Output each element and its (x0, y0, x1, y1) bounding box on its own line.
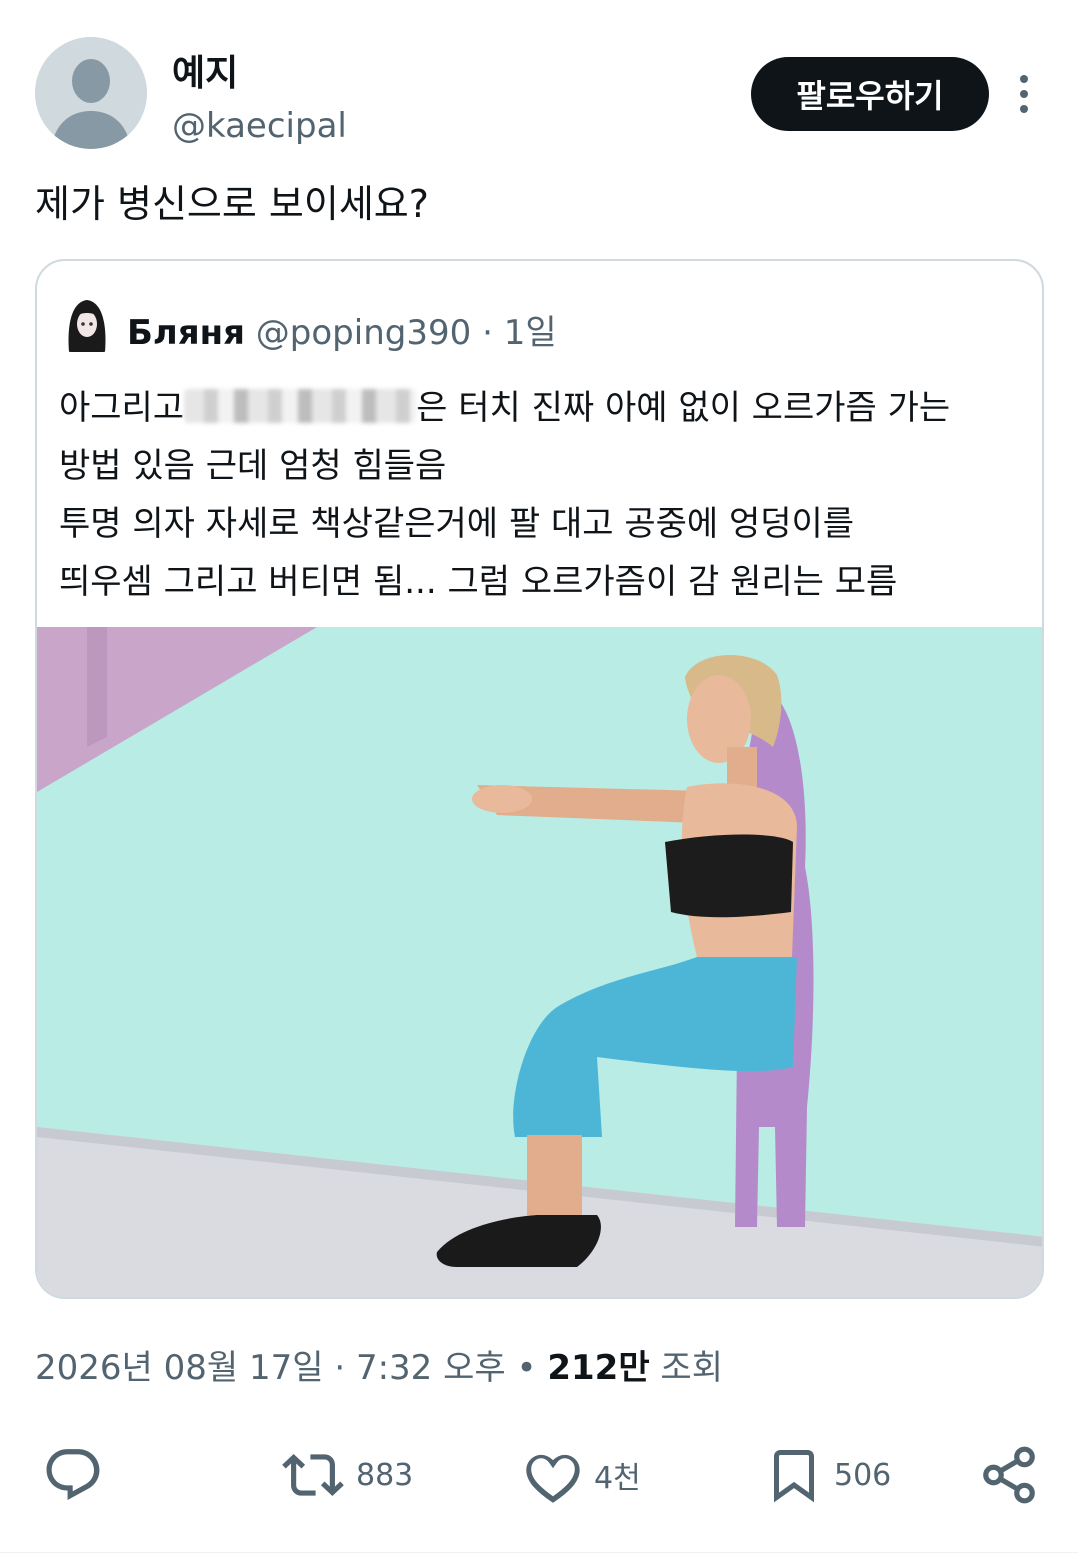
quoted-text: 아그리고 은 터치 진짜 아예 없이 오르가즘 가는 방법 있음 근데 엄청 힘들… (59, 379, 1019, 611)
quoted-media-photo[interactable] (37, 627, 1042, 1297)
quoted-time[interactable]: 1일 (504, 313, 557, 353)
tweet-meta: 2026년 08월 17일 · 7:32 오후 • 212만 조회 (35, 1340, 723, 1389)
author-handle[interactable]: @kaecipal (172, 106, 347, 146)
retweet-count: 883 (356, 1457, 414, 1493)
follow-button[interactable]: 팔로우하기 (751, 57, 989, 131)
views-count: 212만 (547, 1348, 650, 1388)
quoted-text-line-1: 아그리고 은 터치 진짜 아예 없이 오르가즘 가는 (59, 379, 1019, 437)
blurred-censor (184, 389, 417, 423)
bottom-divider (0, 1552, 1078, 1553)
quoted-tweet-card[interactable]: Бляня @poping390 · 1일 아그리고 은 터치 진짜 아예 없이 … (35, 259, 1044, 1299)
quoted-text-line-2: 방법 있음 근데 엄청 힘들음 (59, 446, 447, 486)
bookmark-button[interactable]: 506 (764, 1440, 891, 1510)
wall-sit-photo (37, 627, 1042, 1297)
quoted-author-avatar[interactable] (65, 296, 109, 352)
like-button[interactable]: 4천 (522, 1440, 641, 1510)
anime-avatar-icon (65, 296, 109, 352)
quoted-separator: · (482, 313, 493, 353)
tweet-time[interactable]: 7:32 오후 (356, 1348, 506, 1388)
default-avatar-icon (35, 37, 147, 149)
quoted-handle[interactable]: @poping390 (256, 313, 471, 353)
heart-icon (526, 1454, 580, 1503)
more-options-button[interactable] (1004, 70, 1044, 120)
author-display-name[interactable]: 예지 (172, 44, 238, 96)
quoted-text-line-1-start: 아그리고 (59, 388, 185, 428)
author-avatar[interactable] (35, 37, 147, 149)
share-button[interactable] (978, 1440, 1040, 1510)
views-label: 조회 (649, 1348, 723, 1388)
quoted-display-name[interactable]: Бляня (127, 313, 245, 353)
share-icon (983, 1446, 1035, 1504)
more-vertical-icon (1020, 75, 1028, 113)
reply-icon (46, 1449, 100, 1501)
retweet-button[interactable]: 883 (280, 1440, 413, 1510)
quoted-text-line-3: 투명 의자 자세로 책상같은거에 팔 대고 공중에 엉덩이를 (59, 504, 855, 544)
quoted-header: Бляня @poping390 · 1일 (127, 305, 557, 354)
quoted-text-line-4: 띄우셈 그리고 버티면 됨... 그럼 오르가즘이 감 원리는 모름 (59, 562, 898, 602)
tweet-text: 제가 병신으로 보이세요? (35, 182, 429, 226)
meta-separator: · (323, 1348, 356, 1388)
bookmark-count: 506 (834, 1457, 892, 1493)
reply-button[interactable] (42, 1440, 104, 1510)
like-count: 4천 (594, 1461, 641, 1496)
tweet-date[interactable]: 2026년 08월 17일 (35, 1348, 324, 1388)
bookmark-icon (774, 1450, 814, 1503)
retweet-icon (282, 1454, 344, 1496)
meta-bullet: • (505, 1348, 548, 1388)
quoted-text-line-1-end: 은 터치 진짜 아예 없이 오르가즘 가는 (416, 388, 951, 428)
